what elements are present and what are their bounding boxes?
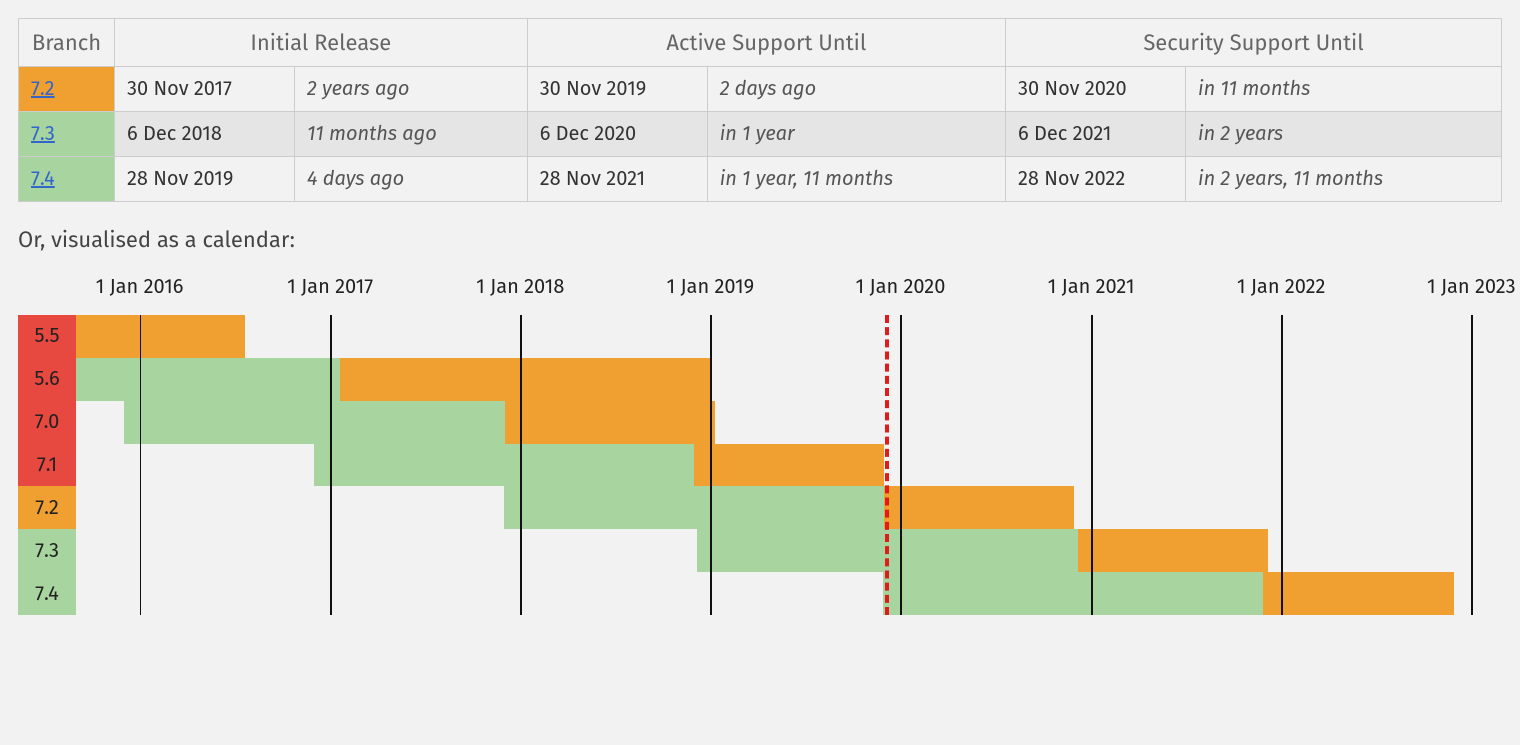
initial-date: 6 Dec 2018: [115, 112, 295, 157]
timeline-row: [76, 529, 1502, 572]
col-initial: Initial Release: [115, 19, 528, 67]
active-support-bar: [124, 401, 505, 444]
gridline: [330, 315, 332, 615]
gridline: [710, 315, 712, 615]
active-support-bar: [76, 358, 340, 401]
active-rel: in 1 year, 11 months: [707, 157, 1005, 202]
today-marker: [885, 315, 889, 615]
initial-date: 30 Nov 2017: [115, 67, 295, 112]
security-support-bar: [1263, 572, 1453, 615]
calendar-caption: Or, visualised as a calendar:: [18, 226, 1502, 253]
security-support-bar: [884, 486, 1075, 529]
security-support-bar: [1078, 529, 1268, 572]
timeline-row: [76, 358, 1502, 401]
series-label: 7.2: [18, 486, 76, 529]
active-rel: 2 days ago: [707, 67, 1005, 112]
branch-link[interactable]: 7.3: [31, 122, 55, 146]
initial-date: 28 Nov 2019: [115, 157, 295, 202]
series-label: 5.5: [18, 315, 76, 358]
timeline-row: [76, 444, 1502, 487]
security-support-bar: [694, 444, 884, 487]
gridline: [1281, 315, 1283, 615]
security-support-bar: [340, 358, 710, 401]
gridline: [1091, 315, 1093, 615]
axis-tick: 1 Jan 2023: [1427, 275, 1516, 299]
axis-tick: 1 Jan 2020: [856, 275, 946, 299]
initial-rel: 2 years ago: [295, 67, 528, 112]
branch-link[interactable]: 7.2: [31, 77, 55, 101]
security-rel: in 11 months: [1185, 67, 1501, 112]
security-date: 6 Dec 2021: [1005, 112, 1185, 157]
timeline-row: [76, 486, 1502, 529]
table-row: 7.2 30 Nov 20172 years ago30 Nov 20192 da…: [19, 67, 1502, 112]
security-rel: in 2 years, 11 months: [1185, 157, 1501, 202]
table-row: 7.4 28 Nov 20194 days ago28 Nov 2021in 1 …: [19, 157, 1502, 202]
series-label: 7.4: [18, 572, 76, 615]
gridline: [1471, 315, 1473, 615]
branch-cell: 7.2: [19, 67, 115, 112]
security-date: 28 Nov 2022: [1005, 157, 1185, 202]
active-support-bar: [504, 486, 884, 529]
axis-tick: 1 Jan 2022: [1237, 275, 1326, 299]
active-date: 28 Nov 2021: [527, 157, 707, 202]
col-active: Active Support Until: [527, 19, 1005, 67]
series-label: 7.1: [18, 444, 76, 487]
active-rel: in 1 year: [707, 112, 1005, 157]
security-support-bar: [505, 401, 715, 444]
timeline-row: [76, 572, 1502, 615]
branch-cell: 7.3: [19, 112, 115, 157]
gridline: [520, 315, 522, 615]
active-support-bar: [883, 572, 1264, 615]
axis-tick: 1 Jan 2016: [96, 275, 184, 299]
series-label: 5.6: [18, 358, 76, 401]
series-label: 7.0: [18, 401, 76, 444]
active-date: 6 Dec 2020: [527, 112, 707, 157]
active-support-bar: [314, 444, 694, 487]
axis-tick: 1 Jan 2019: [667, 275, 755, 299]
table-row: 7.3 6 Dec 201811 months ago6 Dec 2020in 1…: [19, 112, 1502, 157]
initial-rel: 11 months ago: [295, 112, 528, 157]
initial-rel: 4 days ago: [295, 157, 528, 202]
gridline: [900, 315, 902, 615]
axis-tick: 1 Jan 2021: [1048, 275, 1135, 299]
col-security: Security Support Until: [1005, 19, 1501, 67]
versions-table: Branch Initial Release Active Support Un…: [18, 18, 1502, 202]
gridline: [140, 315, 142, 615]
security-date: 30 Nov 2020: [1005, 67, 1185, 112]
security-rel: in 2 years: [1185, 112, 1501, 157]
timeline-row: [76, 315, 1502, 358]
axis-tick: 1 Jan 2018: [476, 275, 564, 299]
timeline-row: [76, 401, 1502, 444]
active-date: 30 Nov 2019: [527, 67, 707, 112]
series-label: 7.3: [18, 529, 76, 572]
branch-cell: 7.4: [19, 157, 115, 202]
branch-link[interactable]: 7.4: [31, 167, 55, 191]
support-timeline: 5.55.67.07.17.27.37.4 1 Jan 2016 1 Jan 20…: [18, 275, 1502, 615]
security-support-bar: [76, 315, 245, 358]
col-branch: Branch: [19, 19, 115, 67]
axis-tick: 1 Jan 2017: [287, 275, 373, 299]
